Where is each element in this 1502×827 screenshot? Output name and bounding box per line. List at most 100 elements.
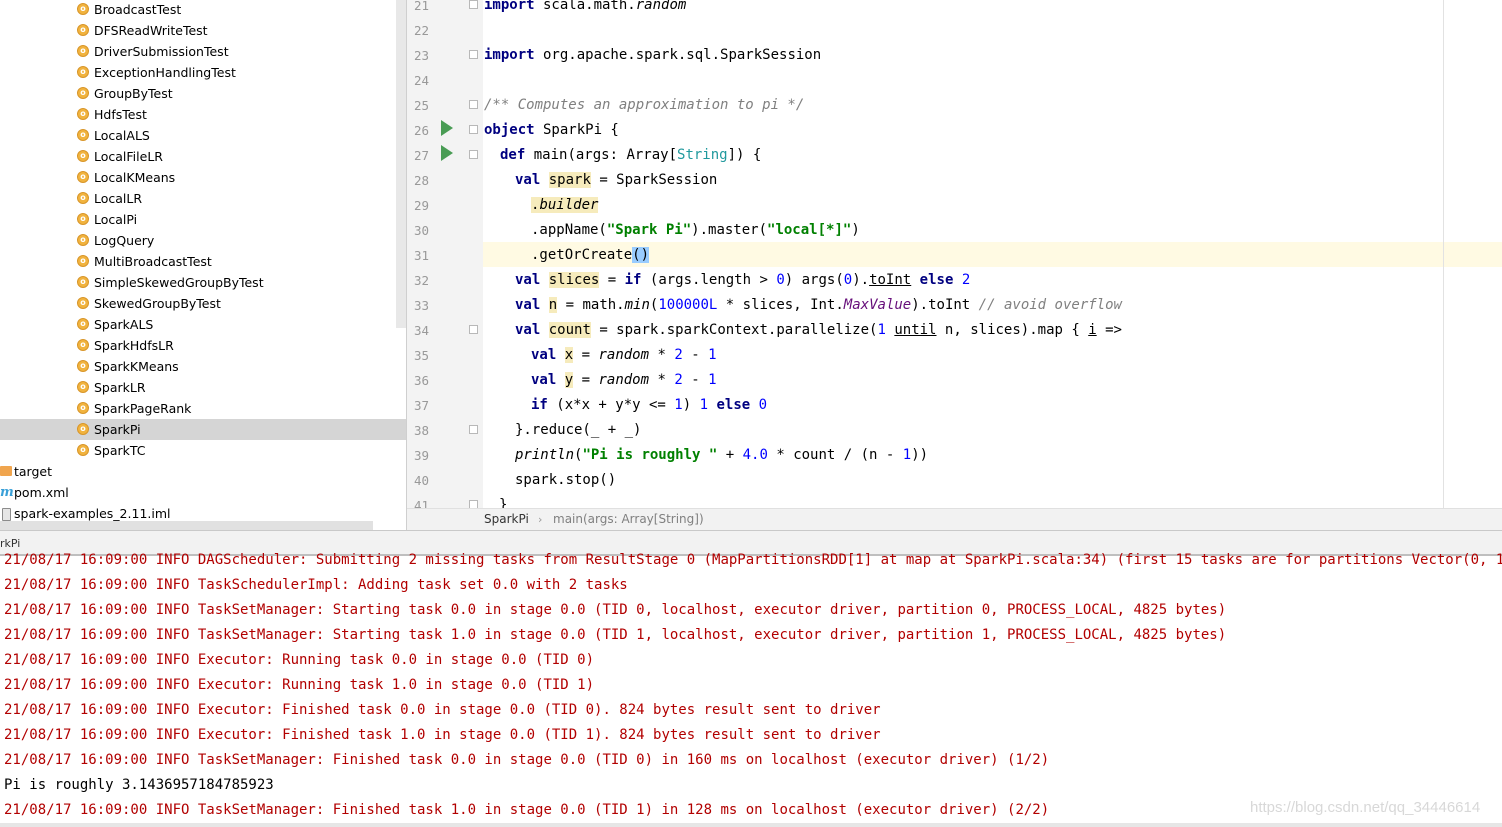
code-line-27[interactable]: def main(args: Array[String]) { [500, 143, 761, 168]
fold-icon[interactable] [469, 325, 478, 334]
line-number: 26 [413, 123, 429, 138]
code-token: if [624, 272, 642, 288]
code-line-26[interactable]: object SparkPi { [484, 118, 619, 143]
project-tree[interactable]: o BroadcastTest o DFSReadWriteTest o DriverSu… [0, 0, 406, 530]
scala-object-icon: o [77, 213, 89, 225]
console-log-line: 21/08/17 16:09:00 INFO Executor: Running… [4, 652, 595, 668]
code-comment: // avoid overflow [978, 297, 1122, 313]
fold-icon[interactable] [469, 0, 478, 9]
tree-item-class[interactable]: o HdfsTest [0, 104, 406, 125]
code-line-35[interactable]: val x = random * 2 - 1 [531, 343, 717, 368]
tree-item-label: DriverSubmissionTest [94, 44, 229, 59]
fold-icon[interactable] [469, 150, 478, 159]
fold-icon[interactable] [469, 425, 478, 434]
breadcrumb-file[interactable]: SparkPi [484, 509, 529, 530]
tree-item-class[interactable]: o LocalPi [0, 209, 406, 230]
code-token: y [564, 372, 574, 388]
code-line-21[interactable]: import scala.math.random [484, 0, 686, 18]
code-number: 2 [961, 272, 971, 288]
code-line-23[interactable]: import org.apache.spark.sql.SparkSession [484, 43, 821, 68]
tree-item-label: HdfsTest [94, 107, 147, 122]
tree-item-class[interactable]: o DriverSubmissionTest [0, 41, 406, 62]
code-line-38[interactable]: }.reduce(_ + _) [515, 418, 641, 443]
tree-item-class[interactable]: o LocalALS [0, 125, 406, 146]
tree-item-class[interactable]: o LocalKMeans [0, 167, 406, 188]
code-line-34[interactable]: val count = spark.sparkContext.paralleli… [515, 318, 1122, 343]
tree-item-class[interactable]: o SparkALS [0, 314, 406, 335]
code-token: ). [852, 272, 870, 288]
line-number: 21 [413, 0, 429, 13]
code-line-37[interactable]: if (x*x + y*y <= 1) 1 else 0 [531, 393, 767, 418]
tree-item-class[interactable]: o DFSReadWriteTest [0, 20, 406, 41]
code-line-39[interactable]: println("Pi is roughly " + 4.0 * count /… [515, 443, 928, 468]
code-token: random [598, 347, 650, 363]
code-line-25[interactable]: /** Computes an approximation to pi */ [484, 93, 804, 118]
console-horizontal-scrollbar[interactable] [0, 823, 1502, 827]
line-number: 31 [413, 248, 429, 263]
line-number: 32 [413, 273, 429, 288]
code-token: val [515, 297, 541, 313]
tree-item-label: SparkPageRank [94, 401, 192, 416]
scala-object-icon: o [77, 297, 89, 309]
breadcrumb-method[interactable]: main(args: Array[String]) [553, 509, 704, 530]
tree-item-class[interactable]: o GroupByTest [0, 83, 406, 104]
tree-item-label: pom.xml [14, 485, 69, 500]
fold-icon[interactable] [469, 50, 478, 59]
code-line-32[interactable]: val slices = if (args.length > 0) args(0… [515, 268, 970, 293]
tree-item-class[interactable]: o SparkPi [0, 419, 406, 440]
tree-item-class[interactable]: o SparkLR [0, 377, 406, 398]
editor-breadcrumb[interactable]: SparkPi › main(args: Array[String]) [407, 508, 1502, 530]
tree-item-class[interactable]: o SparkKMeans [0, 356, 406, 377]
scala-object-icon: o [77, 360, 89, 372]
tree-item-class[interactable]: o ExceptionHandlingTest [0, 62, 406, 83]
line-number: 24 [413, 73, 429, 88]
code-token: - [682, 372, 709, 388]
console-log-line: 21/08/17 16:09:00 INFO TaskSchedulerImpl… [4, 577, 628, 593]
code-token: * [649, 372, 675, 388]
code-token: * [649, 347, 675, 363]
code-number: 1 [877, 322, 886, 338]
scala-object-icon: o [77, 381, 89, 393]
code-token: = spark.sparkContext.parallelize( [590, 322, 878, 338]
tree-item-class[interactable]: o LogQuery [0, 230, 406, 251]
code-line-28[interactable]: val spark = SparkSession [515, 168, 717, 193]
tree-item-class[interactable]: o SparkPageRank [0, 398, 406, 419]
maven-icon: m [0, 485, 14, 500]
tree-item-label: SparkLR [94, 380, 146, 395]
run-gutter-icon[interactable] [441, 120, 453, 136]
tree-vertical-scrollbar[interactable] [396, 0, 406, 328]
code-token: main(args: Array[ [525, 147, 678, 163]
tree-item-class[interactable]: o SimpleSkewedGroupByTest [0, 272, 406, 293]
tree-item-class[interactable]: o BroadcastTest [0, 0, 406, 20]
code-number: 1 [902, 447, 912, 463]
code-line-29[interactable]: .builder [531, 193, 599, 218]
code-number: 0 [758, 397, 768, 413]
fold-icon[interactable] [469, 125, 478, 134]
code-line-30[interactable]: .appName("Spark Pi").master("local[*]") [531, 218, 860, 243]
tree-item-pom-xml[interactable]: m pom.xml [0, 482, 406, 503]
tree-item-class[interactable]: o LocalLR [0, 188, 406, 209]
scala-object-icon: o [77, 24, 89, 36]
line-number: 39 [413, 448, 429, 463]
fold-icon[interactable] [469, 100, 478, 109]
code-line-33[interactable]: val n = math.min(100000L * slices, Int.M… [515, 293, 1122, 318]
tree-item-label: SparkPi [94, 422, 141, 437]
tree-item-label: BroadcastTest [94, 2, 182, 17]
tree-item-target-folder[interactable]: target [0, 461, 406, 482]
code-token: until [894, 322, 937, 338]
code-token: = [573, 347, 599, 363]
tree-item-class[interactable]: o SparkTC [0, 440, 406, 461]
tree-item-class[interactable]: o SparkHdfsLR [0, 335, 406, 356]
code-line-36[interactable]: val y = random * 2 - 1 [531, 368, 717, 393]
tree-horizontal-scrollbar[interactable] [0, 521, 373, 530]
tree-item-label: SparkHdfsLR [94, 338, 174, 353]
tree-item-class[interactable]: o LocalFileLR [0, 146, 406, 167]
tree-item-class[interactable]: o SkewedGroupByTest [0, 293, 406, 314]
code-token: MaxValue [843, 297, 912, 313]
code-line-40[interactable]: spark.stop() [515, 468, 616, 493]
run-gutter-icon[interactable] [441, 145, 453, 161]
tree-item-class[interactable]: o MultiBroadcastTest [0, 251, 406, 272]
code-line-31[interactable]: .getOrCreate() [531, 243, 650, 268]
